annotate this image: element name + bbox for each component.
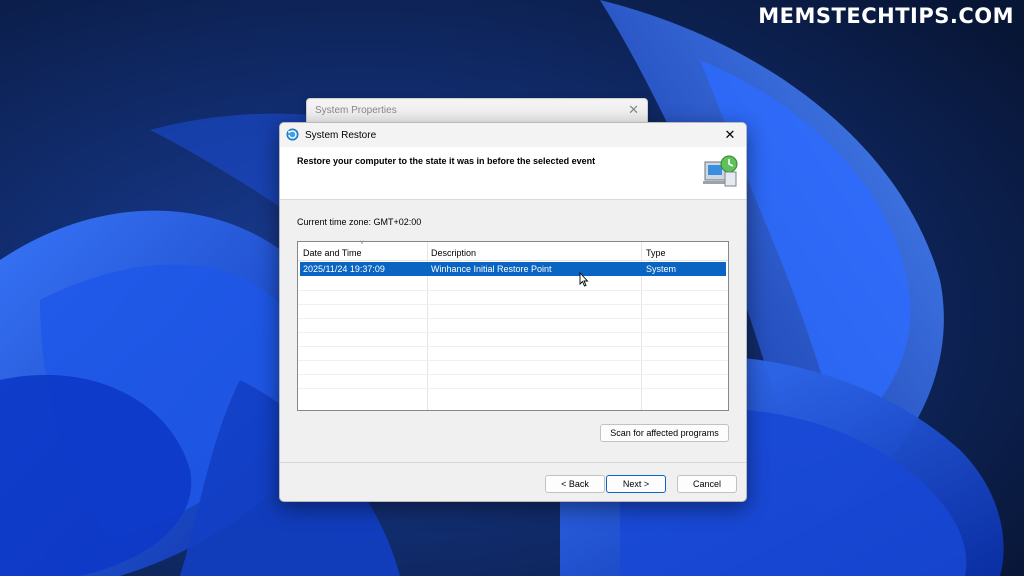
- site-watermark: MEMSTECHTIPS.COM: [758, 4, 1014, 28]
- header-instruction: Restore your computer to the state it wa…: [297, 156, 596, 166]
- system-restore-window: System Restore ✕ Restore your computer t…: [279, 122, 747, 502]
- wizard-header: Restore your computer to the state it wa…: [280, 147, 746, 200]
- system-properties-close-icon[interactable]: ✕: [628, 102, 639, 118]
- row-gridline: [298, 332, 728, 333]
- list-header: ˅ Date and Time Description Type: [298, 240, 728, 261]
- row-gridline: [298, 374, 728, 375]
- scan-affected-programs-button[interactable]: Scan for affected programs: [600, 424, 729, 442]
- row-description: Winhance Initial Restore Point: [431, 264, 552, 274]
- computer-restore-icon: [703, 155, 738, 187]
- restore-points-list[interactable]: ˅ Date and Time Description Type 2025/11…: [297, 240, 729, 411]
- column-header-description[interactable]: Description: [431, 248, 476, 258]
- row-gridline: [298, 290, 728, 291]
- row-gridline: [298, 304, 728, 305]
- sort-arrow-icon: ˅: [360, 240, 365, 247]
- table-row[interactable]: 2025/11/24 19:37:09 Winhance Initial Res…: [300, 262, 726, 276]
- title-bar[interactable]: System Restore ✕: [280, 123, 746, 147]
- next-button[interactable]: Next >: [606, 475, 666, 493]
- row-gridline: [298, 346, 728, 347]
- timezone-label: Current time zone: GMT+02:00: [297, 217, 422, 227]
- back-button[interactable]: < Back: [545, 475, 605, 493]
- row-type: System: [646, 264, 677, 274]
- row-date: 2025/11/24 19:37:09: [303, 264, 385, 274]
- mouse-cursor-icon: [579, 272, 589, 287]
- column-header-date[interactable]: Date and Time: [303, 248, 362, 258]
- close-button[interactable]: ✕: [720, 126, 740, 144]
- column-header-type[interactable]: Type: [646, 248, 666, 258]
- cancel-button[interactable]: Cancel: [677, 475, 737, 493]
- footer-separator: [280, 462, 746, 463]
- system-restore-icon: [286, 128, 299, 141]
- row-gridline: [298, 388, 728, 389]
- window-title: System Restore: [305, 130, 377, 141]
- row-gridline: [298, 360, 728, 361]
- system-properties-title: System Properties: [315, 105, 397, 116]
- row-gridline: [298, 318, 728, 319]
